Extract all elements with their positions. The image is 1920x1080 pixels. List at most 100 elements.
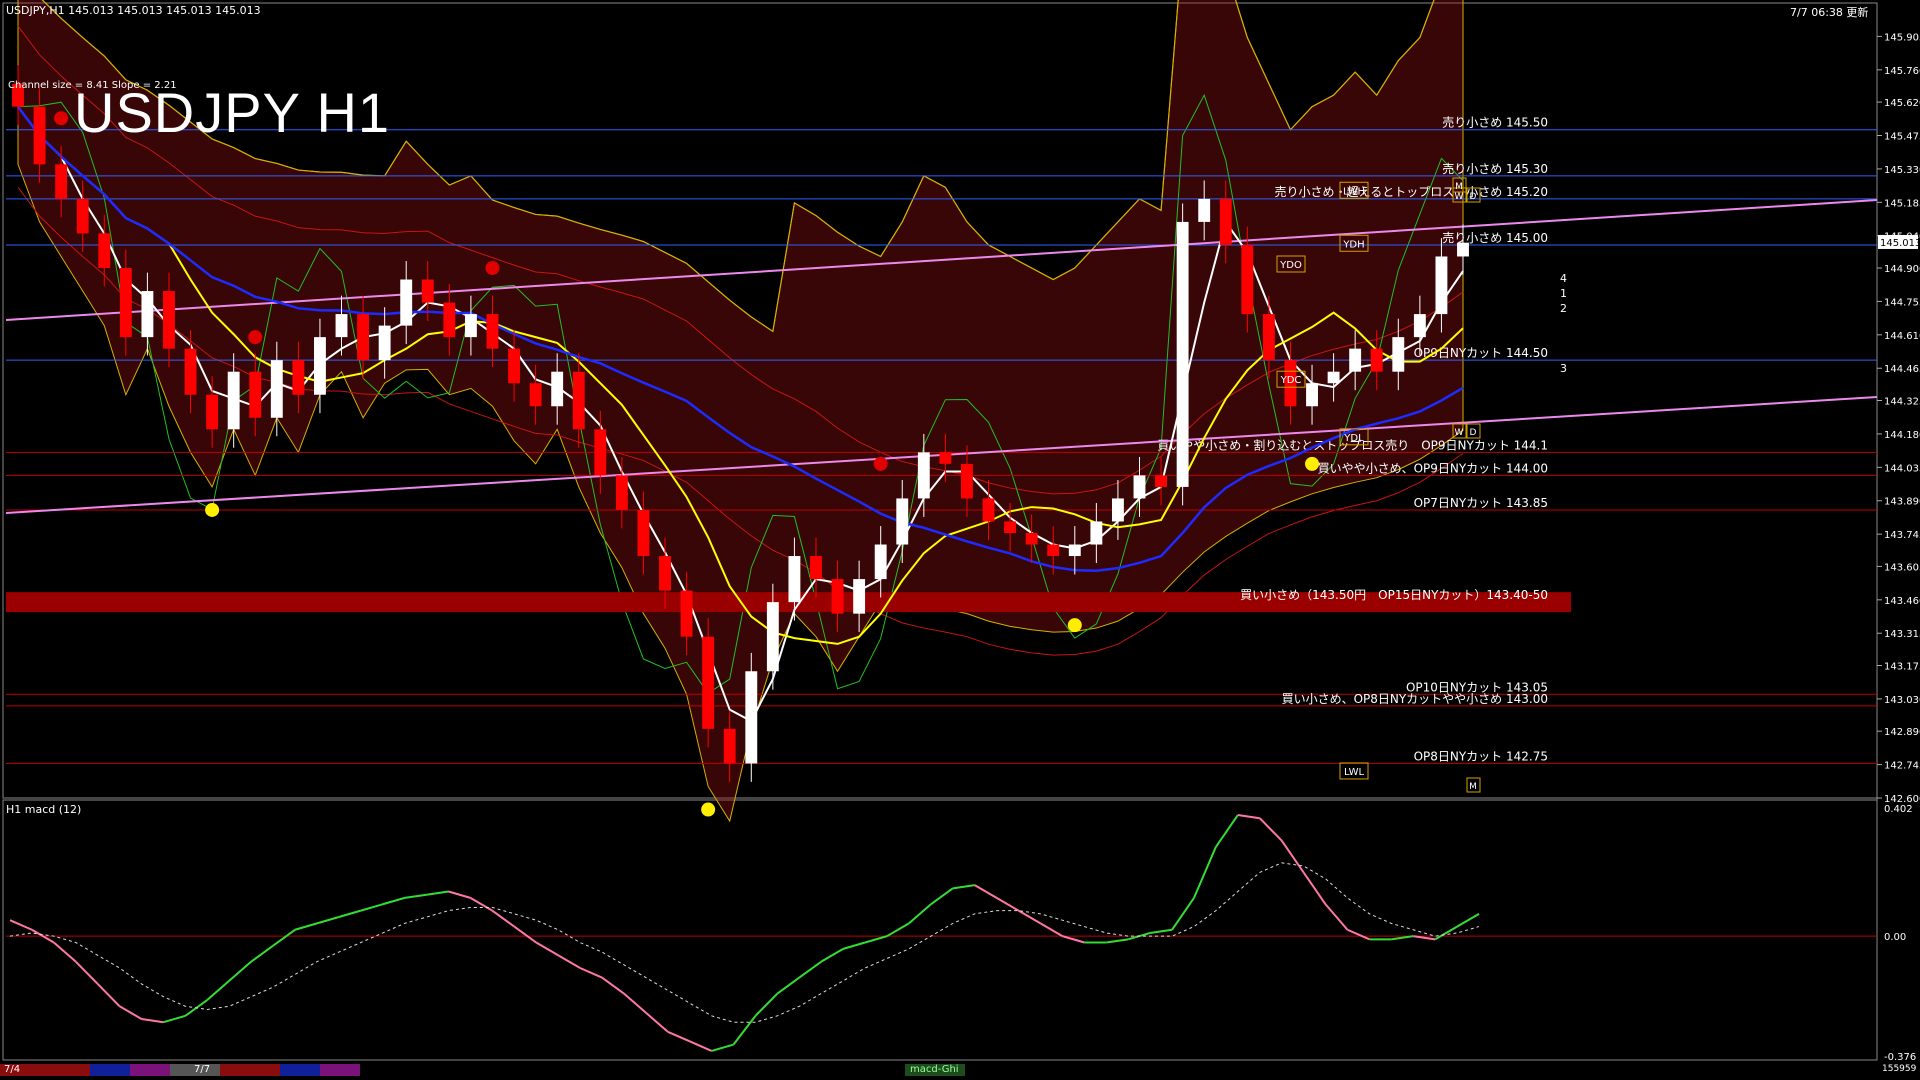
candle-body: [1262, 314, 1275, 361]
level-label: 売り小さめ 145.50: [1442, 115, 1548, 130]
price-tick-label: 144.610: [1884, 331, 1920, 342]
candle-body: [1111, 498, 1124, 522]
price-tick-label: 144.325: [1884, 397, 1920, 408]
box-label: YDC: [1280, 375, 1302, 386]
candle-body: [551, 371, 564, 407]
date-label-2: 7/7: [194, 1064, 211, 1075]
candle-body: [1047, 544, 1060, 557]
candle-body: [163, 291, 175, 349]
candle-body: [917, 452, 930, 499]
candle-body: [982, 498, 995, 522]
period-box-label: D: [1470, 192, 1477, 202]
candle-body: [464, 314, 477, 338]
candle-body: [896, 498, 909, 545]
candle-body: [1327, 371, 1340, 384]
fan-label: 4: [1560, 272, 1567, 285]
candle-body: [1198, 198, 1211, 222]
candle-body: [939, 452, 952, 464]
box-label: LWL: [1344, 767, 1365, 778]
date-label-1: 7/4: [4, 1064, 21, 1075]
candle-body: [1370, 348, 1383, 372]
candle-body: [961, 463, 973, 499]
level-label: OP7日NYカット 143.85: [1414, 496, 1548, 510]
candle-body: [1392, 337, 1405, 372]
fractal-up-marker: [873, 456, 888, 471]
price-tick-label: 144.035: [1884, 463, 1920, 474]
macd-tab-label[interactable]: macd-Ghi: [910, 1064, 959, 1075]
candle-body: [357, 314, 370, 361]
current-price-label: 145.013: [1880, 238, 1920, 249]
box-label: YDH: [1342, 239, 1364, 250]
box-label: YDO: [1279, 260, 1302, 271]
session-bar-3: [130, 1064, 170, 1076]
price-tick-label: 144.465: [1884, 364, 1920, 375]
candle-body: [119, 268, 132, 338]
price-tick-label: 143.605: [1884, 562, 1920, 573]
chart-stage: 売り小さめ 145.50 売り小さめ 145.30 売り小さめ・超えるとトップロス …: [0, 0, 1920, 1080]
candle-body: [98, 233, 111, 268]
candle-body: [249, 371, 262, 418]
candle-body: [529, 383, 542, 407]
fractal-down-marker: [1305, 456, 1320, 471]
candle-body: [745, 671, 758, 764]
price-tick-label: 143.175: [1884, 662, 1920, 673]
candle-body: [508, 348, 520, 384]
candle-body: [723, 728, 736, 764]
level-label: 買い小さめ、OP8日NYカットやや小さめ 143.00: [1282, 692, 1548, 706]
macd-tick-label: 0.00: [1884, 932, 1906, 943]
period-box-label: M: [1455, 182, 1463, 192]
level-label: 売り小さめ 145.30: [1442, 161, 1548, 176]
price-tick-label: 145.620: [1884, 98, 1920, 109]
candle-body: [659, 556, 671, 591]
price-tick-label: 145.330: [1884, 165, 1920, 176]
fan-label: 1: [1560, 287, 1567, 300]
candle-body: [788, 556, 801, 603]
price-tick-label: 144.755: [1884, 297, 1920, 308]
fractal-up-marker: [54, 111, 69, 126]
candle-body: [486, 314, 499, 349]
symbol-line: USDJPY,H1 145.013 145.013 145.013 145.01…: [6, 4, 261, 17]
fractal-down-marker: [701, 802, 716, 817]
price-tick-label: 142.745: [1884, 761, 1920, 772]
candle-body: [637, 509, 650, 557]
candle-body: [1241, 244, 1254, 315]
candle-body: [400, 279, 413, 326]
candle-body: [184, 348, 197, 395]
candle-body: [1435, 256, 1448, 315]
price-tick-label: 143.315: [1884, 629, 1920, 640]
price-tick-label: 145.760: [1884, 66, 1920, 77]
candle-body: [594, 429, 607, 476]
period-box-label: W: [1455, 428, 1464, 438]
candle-body: [227, 371, 240, 430]
candle-body: [1068, 544, 1081, 557]
period-box-label: W: [1455, 192, 1464, 202]
candle-body: [615, 475, 628, 510]
price-tick-label: 143.030: [1884, 695, 1920, 706]
candle-body: [270, 360, 283, 418]
box-label: LWH: [1343, 186, 1365, 197]
candle-body: [680, 590, 693, 637]
fractal-up-marker: [248, 330, 263, 345]
candle-body: [1413, 314, 1426, 338]
candle-body: [853, 579, 866, 614]
candle-body: [313, 337, 326, 395]
candle-body: [1457, 242, 1469, 257]
level-label: 売り小さめ・超えるとトップロス 小さめ 145.20: [1275, 184, 1548, 199]
candle-body: [1090, 521, 1103, 545]
candle-body: [1219, 198, 1232, 245]
candle-body: [378, 325, 391, 361]
macd-tick-label: -0.376: [1884, 1052, 1916, 1063]
level-label: 買いやや小さめ、OP9日NYカット 144.00: [1318, 461, 1548, 475]
candle-body: [1004, 521, 1017, 533]
update-time: 7/7 06:38 更新: [1790, 6, 1869, 19]
period-box-label: D: [1470, 428, 1477, 438]
candle-body: [1349, 348, 1362, 372]
fan-label: 2: [1560, 302, 1567, 315]
session-bar-2: [90, 1064, 130, 1076]
level-label: OP8日NYカット 142.75: [1414, 749, 1548, 763]
price-tick-label: 143.890: [1884, 497, 1920, 508]
session-bar-6: [280, 1064, 320, 1076]
fractal-down-marker: [1067, 618, 1082, 633]
candle-body: [335, 314, 348, 338]
price-tick-label: 144.900: [1884, 264, 1920, 275]
